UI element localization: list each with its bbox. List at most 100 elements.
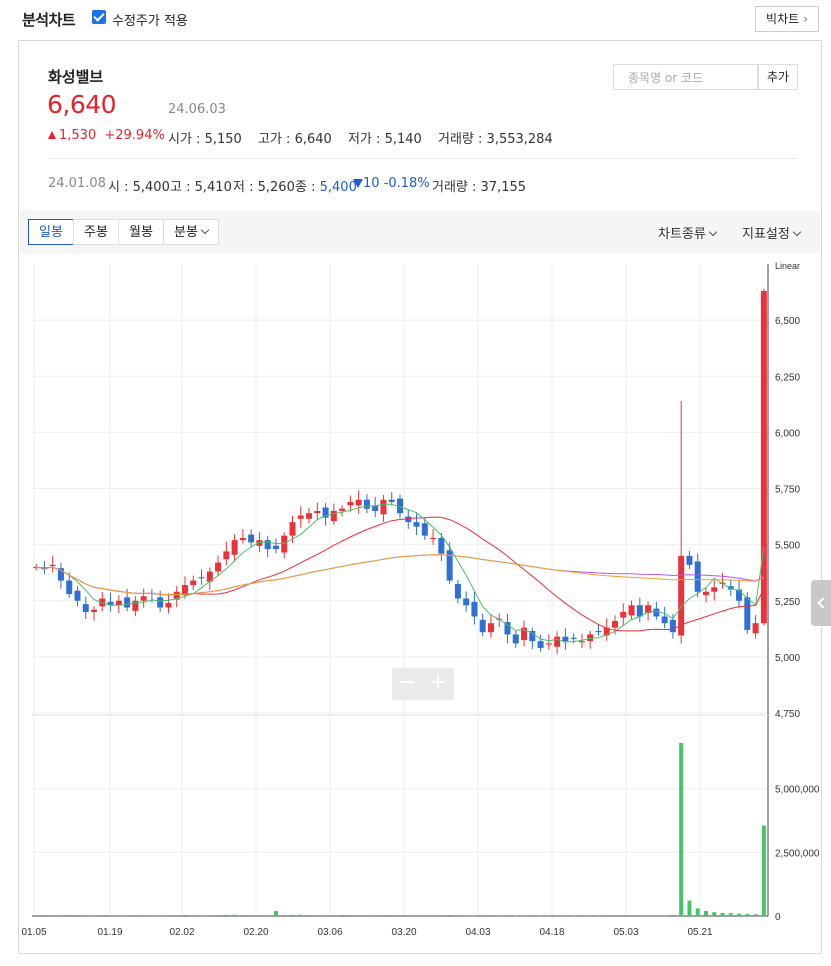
volume-bar [670,914,675,916]
volume-bar [629,915,634,916]
candle-body [554,636,561,647]
volume-bar [687,900,692,916]
y-tick-label: 5,500 [775,541,800,552]
candle-body [297,515,304,519]
zoom-out-button[interactable]: − [392,668,422,700]
volume-bar [637,915,642,916]
volume-bar [604,915,609,916]
candle-body [413,522,420,527]
volume-bar [422,915,427,916]
volume-bar [298,914,303,916]
volume-bar [398,915,402,916]
volume-bar [505,915,510,916]
volume-bar [695,908,700,916]
moving-average-line-ma60 [36,554,765,596]
volume-bar [579,915,584,916]
volume-bar [472,915,477,916]
volume-bar [257,915,262,916]
volume-bar [555,915,560,916]
volume-bar [273,910,278,916]
y-tick-label: 5,000 [775,653,800,664]
volume-bar [455,915,460,916]
volume-bar [679,742,684,916]
candle-body [545,643,552,645]
candle-body [669,619,676,633]
volume-bar [414,915,419,916]
candle-body [339,508,346,511]
candle-body [223,551,230,560]
candle-body [198,577,205,579]
zoom-control: − + [392,668,454,700]
candle-body [314,510,321,514]
candle-body [595,631,602,633]
candle-body [82,604,89,612]
volume-bar [712,912,717,916]
volume-bar [513,915,518,916]
volume-bar [720,912,725,916]
volume-bar [621,915,626,916]
candle-body [157,597,164,608]
candle-body [487,623,494,633]
candle-body [347,501,354,506]
candle-body [612,620,619,628]
volume-bar [290,914,295,916]
volume-bar [571,915,576,916]
x-tick-label: 05.03 [613,927,638,938]
candle-body [248,534,255,543]
candle-body [578,641,585,643]
candle-body [653,608,660,617]
candle-body [272,545,279,550]
candle-body [760,290,767,624]
volume-bar [488,915,493,916]
scale-label: Linear [775,261,800,271]
x-tick-label: 05.21 [687,927,712,938]
volume-bar [497,915,502,916]
volume-bar [431,915,436,916]
volume-bar [356,915,361,916]
volume-bar [307,914,312,916]
volume-bar [530,915,535,916]
volume-bar [464,915,469,916]
volume-bar [480,915,485,916]
x-tick-label: 04.18 [539,927,564,938]
volume-bar [158,915,163,916]
volume-bar [646,915,651,916]
volume-bar [373,915,378,916]
y-tick-label: 6,250 [775,372,800,383]
volume-bar [745,913,750,916]
candle-body [190,580,197,586]
volume-tick-label: 0 [775,912,781,923]
volume-bar [389,915,394,916]
candle-body [661,616,668,624]
volume-bar [174,915,179,916]
candle-body [140,596,147,601]
volume-bar [224,914,229,916]
zoom-in-button[interactable]: + [423,668,453,700]
volume-bar [522,915,527,916]
volume-bar [282,914,287,916]
candlestick-chart[interactable]: 01.05 01.19 02.02 02.20 03.06 03.20 04.03 04.18… [0,0,831,966]
candle-body [430,537,437,540]
candle-body [124,597,131,608]
volume-bar [100,915,105,916]
volume-bar [207,915,212,916]
volume-bar [728,913,733,916]
side-panel-toggle[interactable] [811,580,831,626]
volume-bar [323,915,328,916]
candle-body [702,591,709,596]
volume-bar [240,914,245,916]
y-tick-label: 6,500 [775,316,800,327]
candle-body [438,537,445,554]
candle-body [562,636,569,642]
candle-body [454,583,461,599]
candle-body [215,562,222,572]
candle-body [281,535,288,553]
volume-bar [265,915,270,916]
volume-bar [340,914,345,916]
candle-body [512,634,519,644]
candle-body [355,499,362,506]
volume-bar [315,915,320,916]
volume-bar [348,914,353,916]
candle-body [686,555,693,565]
moving-average-line-ma5 [36,503,765,643]
